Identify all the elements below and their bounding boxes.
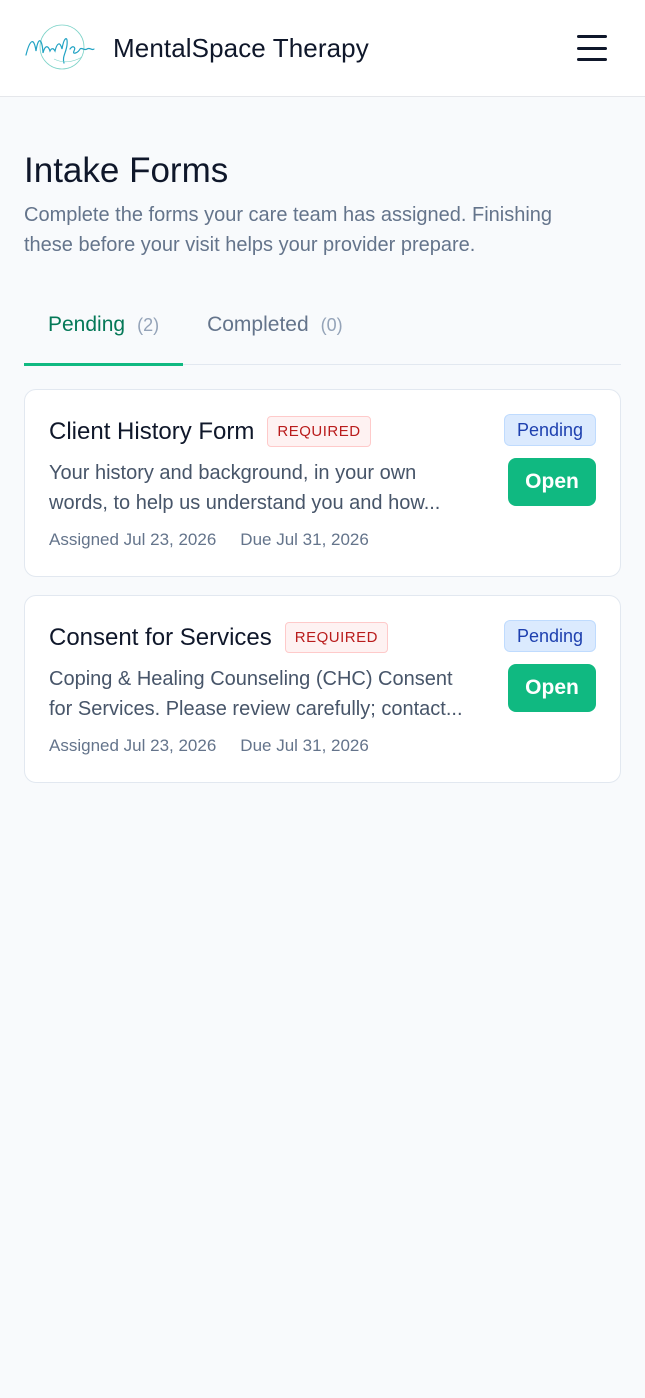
- main-content: Intake Forms Complete the forms your car…: [0, 150, 645, 783]
- form-list: Client History Form REQUIRED Your histor…: [24, 389, 621, 783]
- form-card-consent-for-services: Consent for Services REQUIRED Coping & H…: [24, 595, 621, 783]
- open-form-button[interactable]: Open: [508, 664, 596, 712]
- app-header: MentalSpace Therapy: [0, 0, 645, 97]
- form-description: Coping & Healing Counseling (CHC) Consen…: [49, 668, 463, 720]
- tab-completed[interactable]: Completed (0): [183, 305, 367, 365]
- status-badge: Pending: [503, 620, 596, 652]
- hamburger-menu-button[interactable]: [577, 35, 607, 61]
- form-dates: Assigned Jul 23, 2026 Due Jul 31, 2026: [49, 736, 369, 756]
- hamburger-icon-bar: [577, 46, 607, 50]
- form-card-client-history: Client History Form REQUIRED Your histor…: [24, 389, 621, 577]
- required-badge: REQUIRED: [284, 622, 388, 653]
- form-description: Your history and background, in your own…: [49, 462, 441, 514]
- tab-pending[interactable]: Pending (2): [24, 305, 184, 366]
- page-subtitle: Complete the forms your care team has as…: [24, 204, 553, 256]
- due-date: Due Jul 31, 2026: [240, 736, 369, 755]
- form-status-tabs: Pending (2) Completed (0): [24, 305, 621, 366]
- card-title-row: Consent for Services REQUIRED: [49, 622, 388, 653]
- tab-pending-label: Pending: [48, 313, 126, 336]
- page-title: Intake Forms: [24, 151, 229, 190]
- hamburger-icon-bar: [577, 58, 607, 61]
- hamburger-icon: [577, 35, 607, 38]
- tab-completed-label: Completed: [207, 313, 309, 336]
- assigned-date: Assigned Jul 23, 2026: [49, 736, 217, 755]
- tab-pending-count: (2): [137, 315, 160, 335]
- logo[interactable]: [24, 23, 96, 73]
- open-form-button[interactable]: Open: [508, 458, 596, 506]
- card-title-row: Client History Form REQUIRED: [49, 416, 371, 447]
- form-dates: Assigned Jul 23, 2026 Due Jul 31, 2026: [49, 530, 369, 550]
- assigned-date: Assigned Jul 23, 2026: [49, 530, 217, 549]
- mentalspace-logo-icon: [25, 24, 95, 70]
- required-badge: REQUIRED: [267, 416, 371, 447]
- form-title: Consent for Services: [49, 623, 272, 651]
- due-date: Due Jul 31, 2026: [240, 530, 369, 549]
- tab-completed-count: (0): [320, 315, 343, 335]
- status-badge: Pending: [503, 414, 596, 446]
- app-title: MentalSpace Therapy: [113, 32, 369, 63]
- form-title: Client History Form: [49, 417, 255, 445]
